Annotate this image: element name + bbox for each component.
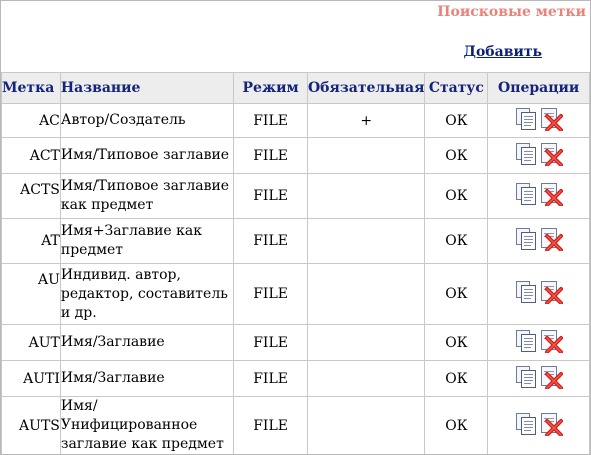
row-mode: FILE [233, 324, 308, 361]
operations-group [514, 280, 564, 304]
row-status: ОК [424, 360, 489, 397]
table-row: AU Индивид. автор, редактор, составитель … [1, 263, 590, 325]
row-required [306, 324, 426, 361]
row-mode: FILE [233, 173, 308, 219]
row-name: Имя/Типовое заглавие [59, 137, 235, 174]
table-row: AC Автор/Создатель FILE + ОК [1, 103, 590, 138]
row-status: ОК [424, 137, 489, 174]
column-header-mode: Режим [233, 72, 308, 104]
operations-group [514, 182, 564, 206]
row-tag: AU [1, 263, 61, 325]
delete-x-icon[interactable] [539, 365, 564, 389]
row-tag: AC [1, 103, 61, 138]
row-tag: AUTS [1, 396, 61, 454]
row-operations [487, 103, 590, 138]
row-name: Имя/Унифицированное заглавие как предмет [59, 396, 235, 454]
column-header-status: Статус [424, 72, 489, 104]
document-copy-icon[interactable] [514, 280, 538, 304]
row-mode: FILE [233, 137, 308, 174]
operations-group [514, 227, 564, 251]
row-required: + [306, 103, 426, 138]
document-copy-icon[interactable] [514, 412, 538, 436]
operations-group [514, 329, 564, 353]
row-name: Имя+Заглавие как предмет [59, 218, 235, 264]
table-row: AUTS Имя/Унифицированное заглавие как пре… [1, 396, 590, 454]
delete-x-icon[interactable] [539, 142, 564, 166]
row-operations [487, 263, 590, 325]
row-required [306, 137, 426, 174]
document-copy-icon[interactable] [514, 365, 538, 389]
table-row: AUTI Имя/Заглавие FILE ОК [1, 360, 590, 397]
row-mode: FILE [233, 218, 308, 264]
column-header-tag: Метка [1, 72, 61, 104]
row-operations [487, 173, 590, 219]
table-row: AT Имя+Заглавие как предмет FILE ОК [1, 218, 590, 264]
delete-x-icon[interactable] [539, 280, 564, 304]
row-mode: FILE [233, 360, 308, 397]
column-header-required: Обязательная [306, 72, 426, 104]
row-mode: FILE [233, 103, 308, 138]
delete-x-icon[interactable] [539, 412, 564, 436]
page-title: Поисковые метки [437, 4, 586, 20]
row-tag: ACTS [1, 173, 61, 219]
operations-group [514, 412, 564, 436]
table-row: AUT Имя/Заглавие FILE ОК [1, 324, 590, 361]
search-tags-panel: Поисковые метки Добавить Метка Название … [0, 0, 591, 455]
delete-x-icon[interactable] [539, 182, 564, 206]
row-status: ОК [424, 324, 489, 361]
row-name: Имя/Заглавие [59, 324, 235, 361]
delete-x-icon[interactable] [539, 227, 564, 251]
row-tag: AT [1, 218, 61, 264]
row-name: Имя/Заглавие [59, 360, 235, 397]
row-operations [487, 137, 590, 174]
delete-x-icon[interactable] [539, 107, 564, 131]
operations-group [514, 107, 564, 131]
table-row: ACT Имя/Типовое заглавие FILE ОК [1, 137, 590, 174]
row-status: ОК [424, 173, 489, 219]
delete-x-icon[interactable] [539, 329, 564, 353]
row-tag: AUTI [1, 360, 61, 397]
add-link[interactable]: Добавить [464, 44, 542, 60]
table-row: ACTS Имя/Типовое заглавие как предмет FILE… [1, 173, 590, 219]
column-header-operations: Операции [487, 72, 590, 104]
row-status: ОК [424, 263, 489, 325]
row-operations [487, 218, 590, 264]
operations-group [514, 365, 564, 389]
document-copy-icon[interactable] [514, 182, 538, 206]
operations-group [514, 142, 564, 166]
row-operations [487, 396, 590, 454]
table-header-row: Метка Название Режим Обязательная Статус… [1, 72, 590, 104]
row-name: Имя/Типовое заглавие как предмет [59, 173, 235, 219]
row-status: ОК [424, 218, 489, 264]
row-status: ОК [424, 103, 489, 138]
row-mode: FILE [233, 396, 308, 454]
row-required [306, 218, 426, 264]
row-operations [487, 324, 590, 361]
row-required [306, 360, 426, 397]
row-status: ОК [424, 396, 489, 454]
document-copy-icon[interactable] [514, 227, 538, 251]
row-required [306, 396, 426, 454]
row-mode: FILE [233, 263, 308, 325]
document-copy-icon[interactable] [514, 107, 538, 131]
row-required [306, 173, 426, 219]
document-copy-icon[interactable] [514, 142, 538, 166]
row-name: Индивид. автор, редактор, составитель и … [59, 263, 235, 325]
document-copy-icon[interactable] [514, 329, 538, 353]
row-operations [487, 360, 590, 397]
search-tags-table: Метка Название Режим Обязательная Статус… [1, 72, 590, 454]
row-name: Автор/Создатель [59, 103, 235, 138]
row-tag: AUT [1, 324, 61, 361]
row-required [306, 263, 426, 325]
row-tag: ACT [1, 137, 61, 174]
column-header-name: Название [59, 72, 235, 104]
